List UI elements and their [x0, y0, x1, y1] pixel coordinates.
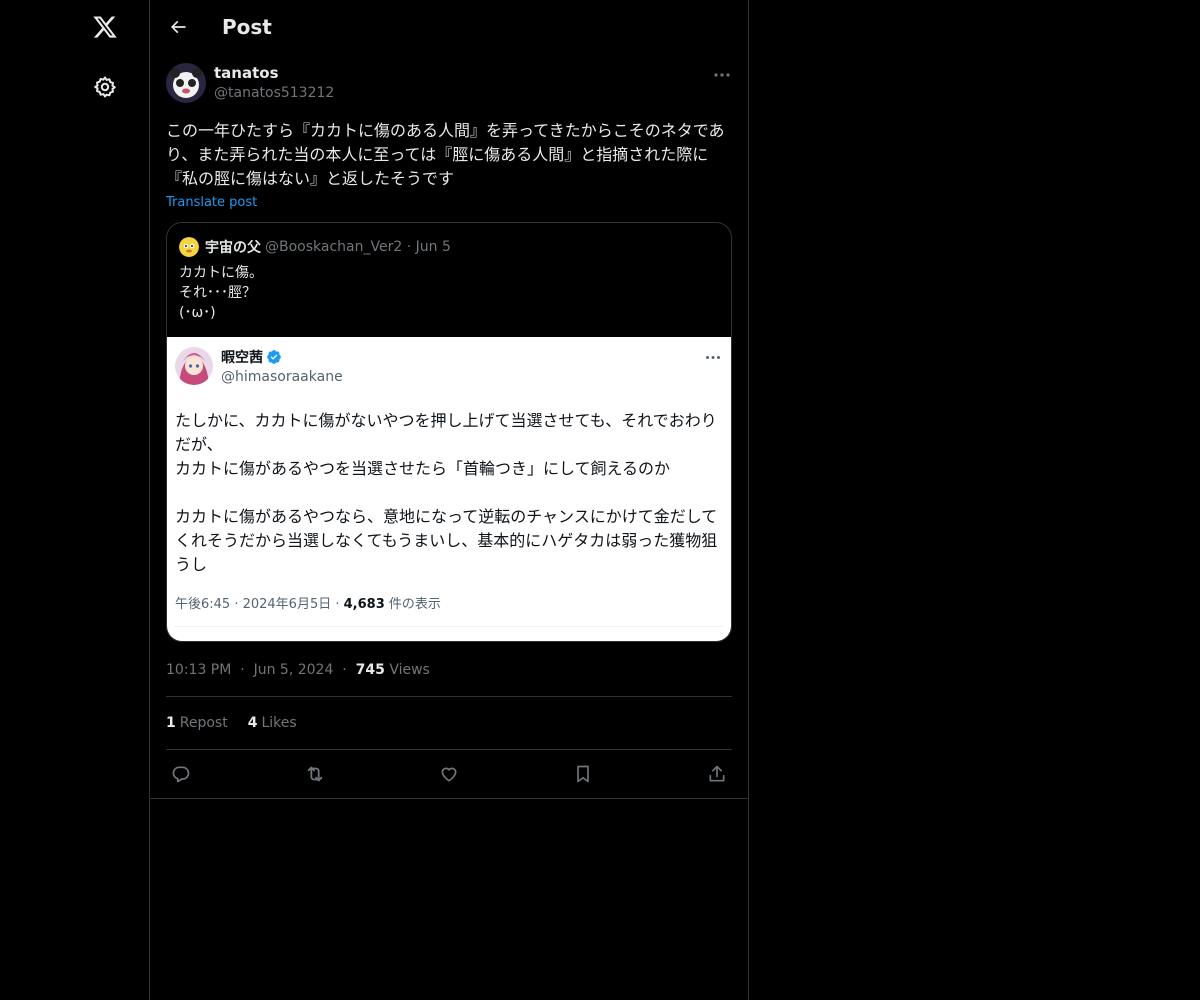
more-options-icon — [703, 347, 723, 367]
repost-icon[interactable] — [304, 763, 326, 785]
post: tanatos @tanatos513212 この一年ひたすら『カカトに傷のある… — [150, 53, 748, 799]
heart-icon[interactable] — [438, 763, 460, 785]
likes-count: 4 — [247, 715, 258, 731]
quote-author-name: 宇宙の父 — [205, 240, 261, 256]
post-date[interactable]: Jun 5, 2024 — [254, 662, 334, 678]
post-author: tanatos @tanatos513212 — [166, 63, 732, 107]
gear-icon[interactable] — [88, 70, 122, 104]
embed-author-name: 暇空茜 — [221, 350, 263, 366]
separator-dot: · — [235, 662, 250, 678]
quote-text: カカトに傷。 それ･･･脛？ (･ω･) — [179, 265, 263, 321]
separator-dot: · — [402, 239, 416, 255]
avatar — [175, 347, 213, 385]
avatar[interactable] — [166, 63, 206, 103]
action-bar — [166, 750, 732, 798]
more-options-icon[interactable] — [712, 65, 732, 85]
embed-views-label: 件の表示 — [384, 597, 441, 612]
embed-text: たしかに、カカトに傷がないやつを押し上げて当選させても、それでおわりだが、 カカ… — [175, 411, 718, 574]
share-icon[interactable] — [706, 763, 728, 785]
embed-name-row: 暇空茜 — [221, 347, 343, 367]
embed-divider — [175, 626, 723, 627]
embed-header: 暇空茜 @himasoraakane — [175, 347, 723, 391]
back-arrow-icon[interactable] — [166, 15, 190, 39]
repost-label: Repost — [179, 715, 228, 731]
author-handle[interactable]: @tanatos513212 — [214, 83, 334, 103]
embed-names: 暇空茜 @himasoraakane — [221, 347, 343, 391]
post-stats: 1 Repost 4 Likes — [166, 697, 732, 749]
views-count: 745 — [355, 662, 385, 678]
quote-header: 宇宙の父 @Booskachan_Ver2 · Jun 5 — [167, 223, 731, 259]
left-nav — [0, 0, 150, 1000]
post-text: この一年ひたすら『カカトに傷のある人間』を弄ってきたからこそのネタであり、また弄… — [166, 121, 725, 188]
embed-author-handle: @himasoraakane — [221, 369, 343, 385]
translate-post-link[interactable]: Translate post — [166, 195, 257, 210]
reply-icon[interactable] — [170, 763, 192, 785]
verified-badge-icon — [267, 350, 281, 364]
likes-stat[interactable]: 4 Likes — [248, 715, 297, 731]
top-bar: Post — [150, 0, 748, 53]
avatar — [179, 237, 199, 257]
embed-time: 午後6:45 · 2024年6月5日 · — [175, 597, 344, 612]
main-column: Post tanatos @tanatos513212 この一年ひたすら『カカト… — [149, 0, 749, 1000]
author-name[interactable]: tanatos — [214, 63, 334, 83]
divider — [150, 798, 748, 799]
quoted-post[interactable]: 宇宙の父 @Booskachan_Ver2 · Jun 5 カカトに傷。 それ･… — [166, 222, 732, 642]
views-label: Views — [389, 662, 430, 678]
post-timestamp: 10:13 PM · Jun 5, 2024 · 745 Views — [166, 660, 732, 680]
quote-image[interactable]: 暇空茜 @himasoraakane たしかに、カカトに傷がないやつを押し上げて… — [167, 337, 731, 641]
quote-author-handle: @Booskachan_Ver2 — [265, 239, 403, 255]
x-logo-icon[interactable] — [88, 10, 122, 44]
author-names: tanatos @tanatos513212 — [214, 63, 334, 107]
likes-label: Likes — [261, 715, 297, 731]
quote-date: Jun 5 — [415, 239, 451, 255]
separator-dot: · — [337, 662, 352, 678]
repost-stat[interactable]: 1 Repost — [166, 715, 228, 731]
page-title: Post — [222, 14, 272, 39]
post-time[interactable]: 10:13 PM — [166, 662, 231, 678]
repost-count: 1 — [166, 715, 176, 731]
embed-meta: 午後6:45 · 2024年6月5日 · 4,683 件の表示 — [175, 593, 723, 612]
bookmark-icon[interactable] — [572, 763, 594, 785]
app: Post tanatos @tanatos513212 この一年ひたすら『カカト… — [0, 0, 1200, 1000]
embed-views-count: 4,683 — [343, 597, 385, 612]
